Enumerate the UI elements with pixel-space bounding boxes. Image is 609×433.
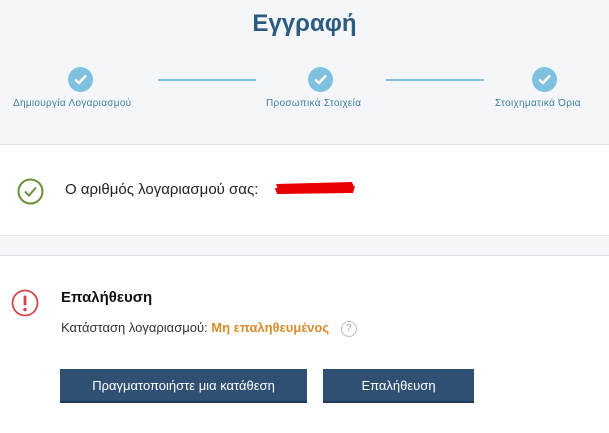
make-deposit-button[interactable]: Πραγματοποιήστε μια κατάθεση [60, 369, 307, 403]
verification-section: Επαλήθευση Κατάσταση λογαριασμού: Μη επα… [0, 257, 609, 433]
account-status-value: Μη επαληθευμένος [211, 320, 330, 335]
account-number-section: Ο αριθμός λογαριασμού σας: [0, 146, 609, 236]
section-divider [0, 237, 609, 256]
success-check-icon [17, 178, 44, 205]
verification-title: Επαλήθευση [61, 289, 153, 306]
step-1-check-icon [68, 67, 93, 92]
help-icon[interactable]: ? [340, 320, 357, 337]
page-title: Εγγραφή [252, 10, 357, 37]
step-3-check-icon [532, 67, 557, 92]
account-status-label: Κατάσταση λογαριασμού: [61, 320, 208, 335]
account-status-line: Κατάσταση λογαριασμού: Μη επαληθευμένος … [61, 320, 357, 337]
step-connector-2 [386, 79, 484, 81]
registration-page: Εγγραφή Δημιουργία Λογαριασμού Προσωπικά… [0, 0, 609, 433]
step-1-label: Δημιουργία Λογαριασμού [13, 98, 132, 109]
account-number-label: Ο αριθμός λογαριασμού σας: [65, 181, 259, 198]
registration-header: Εγγραφή Δημιουργία Λογαριασμού Προσωπικά… [0, 0, 609, 145]
step-connector-1 [158, 79, 256, 81]
step-2-check-icon [308, 67, 333, 92]
redacted-account-number [275, 182, 355, 194]
verify-button[interactable]: Επαλήθευση [323, 369, 474, 403]
alert-exclamation-icon [11, 289, 39, 317]
step-3-label: Στοιχηματικά Όρια [495, 98, 581, 109]
step-2-label: Προσωπικά Στοιχεία [266, 98, 362, 109]
